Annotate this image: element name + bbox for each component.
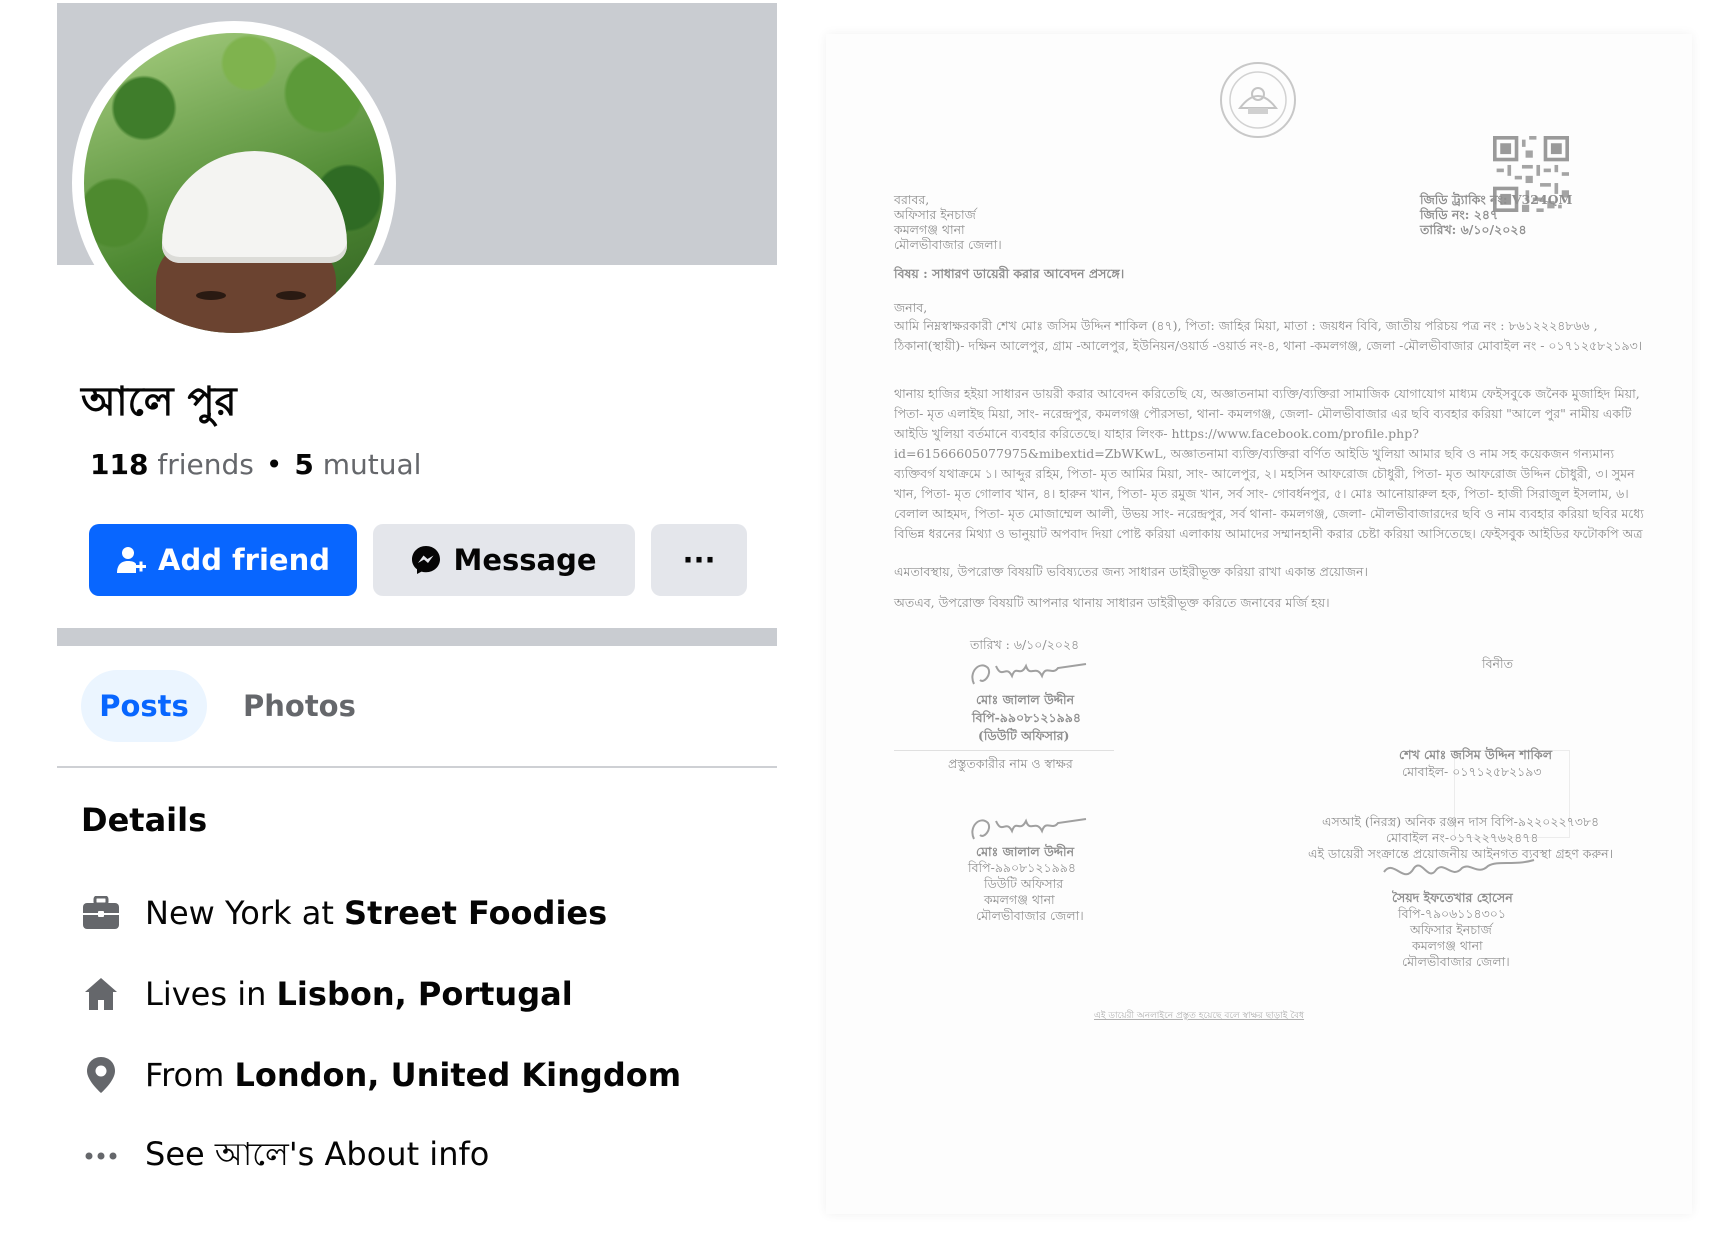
messenger-icon — [412, 546, 441, 574]
doc-recipient-3: কমলগঞ্জ থানা — [894, 222, 965, 237]
location-pin-icon — [81, 1055, 121, 1095]
friends-summary[interactable]: 118 friends • 5 mutual — [90, 447, 421, 483]
avatar-cap — [162, 151, 347, 263]
doc-preparer-line — [894, 750, 1114, 751]
doc-officer1-name: মোঃ জালাল উদ্দীন — [976, 692, 1075, 707]
tab-posts[interactable]: Posts — [81, 670, 207, 742]
doc-officer2-station: কমলগঞ্জ থানা — [984, 892, 1055, 907]
doc-subject: বিষয় : সাধারণ ডায়েরী করার আবেদন প্রসঙ্… — [894, 266, 1125, 281]
avatar-eye-right — [276, 291, 306, 300]
add-friend-icon — [117, 547, 146, 573]
doc-officer1-bp: বিপি-৯৯০৮১২১৯৯৪ — [972, 710, 1081, 725]
profile-panel: আলে পুর 118 friends • 5 mutual Add friend … — [57, 0, 777, 1237]
friends-count: 118 — [90, 448, 149, 481]
mutual-word: mutual — [322, 448, 422, 481]
detail-from-prefix: From — [145, 1056, 235, 1094]
doc-date-line: তারিখ : ৬/১০/২০২৪ — [970, 637, 1080, 652]
detail-work-prefix: New York at — [145, 894, 345, 932]
doc-officer2-role: ডিউটি অফিসার — [984, 876, 1064, 891]
friends-word: friends — [157, 448, 254, 481]
doc-si-name: এসআই (নিরস্ত্র) অনিক রঞ্জন দাস বিপি-৯২২০… — [1322, 814, 1600, 829]
detail-lives-prefix: Lives in — [145, 975, 277, 1013]
gd-document-image: বরাবর, অফিসার ইনচার্জ কমলগঞ্জ থানা মৌলভী… — [826, 34, 1692, 1214]
signature-duty-officer-1 — [971, 663, 1087, 685]
doc-paragraph-3: এমতাবস্থায়, উপরোক্ত বিষয়টি ভবিষ্যতের জ… — [894, 564, 1368, 579]
doc-officer2-bp: বিপি-৯৯০৮১২১৯৯৪ — [968, 860, 1076, 875]
signature-officer-in-charge — [1383, 859, 1535, 876]
details-title: Details — [81, 801, 208, 839]
signature-duty-officer-2 — [971, 818, 1087, 840]
doc-paragraph-1: আমি নিম্নস্বাক্ষরকারী শেখ মোঃ জসিম উদ্দি… — [894, 318, 1643, 353]
police-seal-emblem — [1220, 62, 1296, 138]
home-icon — [81, 974, 121, 1014]
more-dots-icon — [81, 1136, 121, 1176]
detail-work[interactable]: New York at Street Foodies — [81, 889, 607, 937]
message-button[interactable]: Message — [373, 524, 635, 596]
message-label: Message — [453, 543, 597, 577]
detail-lives-value[interactable]: Lisbon, Portugal — [277, 975, 573, 1013]
detail-work-value[interactable]: Street Foodies — [344, 894, 607, 932]
doc-salutation: জনাব, — [894, 300, 928, 315]
detail-about-label: See আলে's About info — [145, 1135, 490, 1173]
doc-gd-tracking: জিডি ট্র্যাকিং নং: V324QM — [1420, 192, 1573, 207]
more-options-icon: ··· — [682, 543, 716, 577]
doc-preparer-caption: প্রস্তুতকারীর নাম ও স্বাক্ষর — [948, 756, 1073, 771]
doc-recipient-4: মৌলভীবাজার জেলা। — [894, 237, 1002, 252]
mutual-count: 5 — [294, 448, 314, 481]
doc-paragraph-4: অতএব, উপরোক্ত বিষয়টি আপনার থানায় সাধার… — [894, 595, 1330, 610]
doc-yours: বিনীত — [1482, 656, 1513, 671]
doc-oc-bp: বিপি-৭৯০৬১১৪৩০১ — [1398, 906, 1507, 921]
doc-oc-station: কমলগঞ্জ থানা — [1412, 938, 1483, 953]
profile-name: আলে পুর — [81, 379, 237, 425]
detail-lives[interactable]: Lives in Lisbon, Portugal — [81, 970, 573, 1018]
doc-officer2-name: মোঃ জালাল উদ্দীন — [976, 844, 1075, 859]
avatar-ring — [72, 21, 396, 345]
add-friend-label: Add friend — [158, 543, 330, 577]
doc-officer1-role: (ডিউটি অফিসার) — [978, 728, 1070, 743]
tab-photos[interactable]: Photos — [227, 670, 372, 742]
section-divider — [57, 628, 777, 646]
detail-from[interactable]: From London, United Kingdom — [81, 1051, 681, 1099]
doc-si-mobile: মোবাইল নং-০১৭২২৭৬২৪৭৪ — [1386, 830, 1539, 845]
avatar-eye-left — [196, 291, 226, 300]
add-friend-button[interactable]: Add friend — [89, 524, 357, 596]
separator-dot: • — [265, 448, 283, 481]
detail-about-link[interactable]: See আলে's About info — [81, 1132, 489, 1180]
detail-from-value[interactable]: London, United Kingdom — [234, 1056, 681, 1094]
tabs-divider — [57, 766, 777, 768]
doc-recipient-1: বরাবর, — [894, 192, 930, 207]
doc-oc-role: অফিসার ইনচার্জ — [1410, 922, 1492, 937]
doc-officer2-district: মৌলভীবাজার জেলা। — [976, 908, 1084, 923]
doc-footer-note: এই ডায়েরী অনলাইনে প্রস্তুত হয়েছে বলে স… — [1094, 1011, 1305, 1021]
doc-applicant-mobile: মোবাইল- ০১৭১২৫৮২১৯৩ — [1402, 764, 1542, 779]
doc-gd-number: জিডি নং: ২৪৭ — [1420, 207, 1499, 222]
avatar[interactable] — [84, 33, 384, 333]
more-options-button[interactable]: ··· — [651, 524, 747, 596]
briefcase-icon — [81, 893, 121, 933]
doc-applicant-name: শেখ মোঃ জসিম উদ্দিন শাকিল — [1399, 747, 1553, 762]
doc-oc-name: সৈয়দ ইফতেখার হোসেন — [1392, 890, 1513, 905]
doc-oc-district: মৌলভীবাজার জেলা। — [1402, 954, 1510, 969]
doc-paragraph-2: থানায় হাজির হইয়া সাধারন ডায়রী করার আব… — [894, 386, 1644, 541]
doc-recipient-2: অফিসার ইনচার্জ — [894, 207, 976, 222]
doc-gd-date: তারিখ: ৬/১০/২০২৪ — [1420, 222, 1527, 237]
